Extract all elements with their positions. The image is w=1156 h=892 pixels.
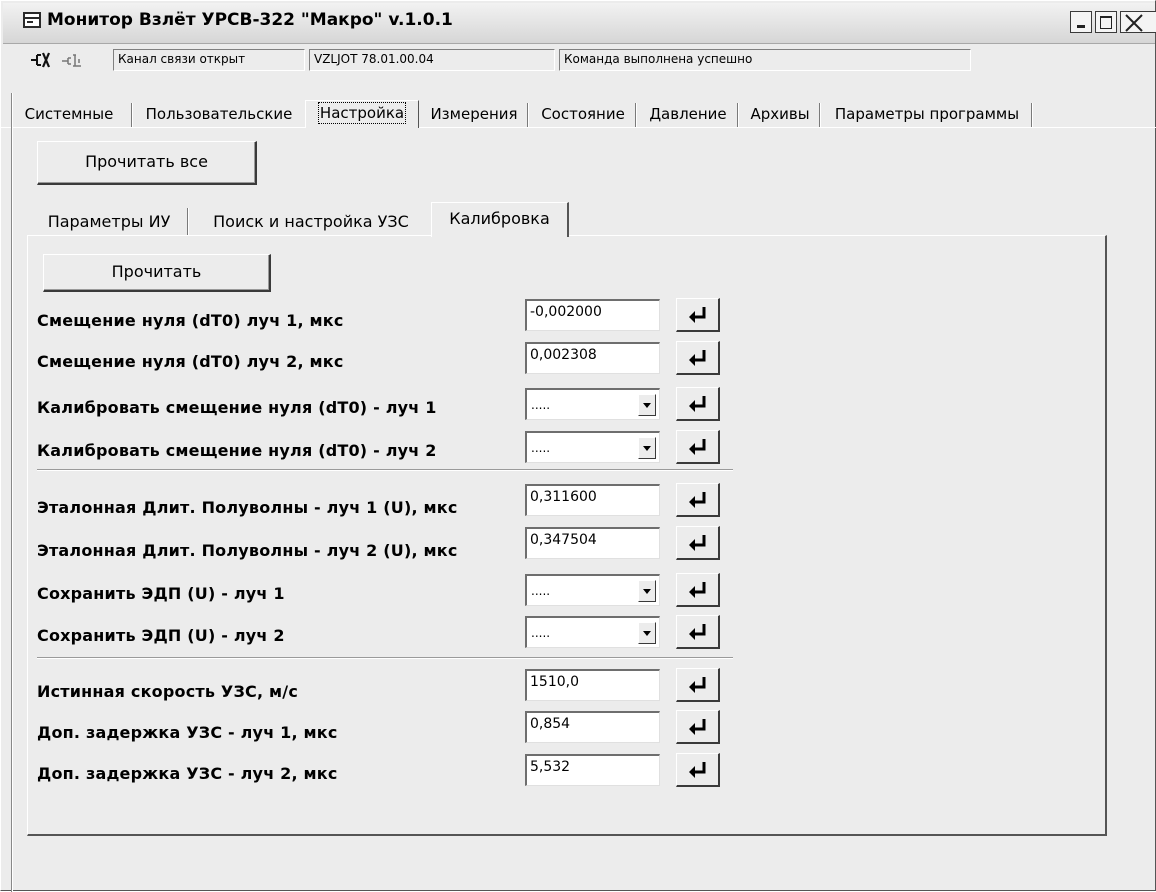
apply-ref-halfwave-beam2-button[interactable] — [676, 526, 720, 560]
apply-true-speed-button[interactable] — [676, 668, 720, 702]
calibrate-zero-beam2-select[interactable]: ..... — [525, 431, 660, 463]
window-title: Монитор Взлёт УРСВ-322 "Макро" v.1.0.1 — [47, 10, 453, 30]
save-edp-beam2-select[interactable]: ..... — [525, 616, 660, 648]
close-button[interactable] — [1120, 11, 1156, 33]
zero-offset-beam2-input[interactable]: 0,002308 — [525, 342, 660, 374]
zero-offset-beam1-input[interactable]: -0,002000 — [525, 299, 660, 331]
apply-ref-halfwave-beam1-button[interactable] — [676, 483, 720, 517]
chevron-down-icon[interactable] — [638, 622, 656, 644]
enter-icon — [689, 624, 706, 640]
tab-search-uzs[interactable]: Поиск и настройка УЗС — [191, 208, 431, 236]
true-speed-input[interactable]: 1510,0 — [525, 669, 660, 701]
ref-halfwave-beam2-label: Эталонная Длит. Полуволны - луч 2 (U), м… — [37, 541, 458, 560]
chevron-down-icon[interactable] — [638, 580, 656, 602]
apply-calibrate-zero-beam1-button[interactable] — [676, 387, 720, 421]
divider — [37, 657, 733, 659]
main-tabs: Системные Пользовательские Настройка Изм… — [1, 100, 1156, 128]
channel-status: Канал связи открыт — [113, 49, 305, 71]
sub-tabs: Параметры ИУ Поиск и настройка УЗС Калиб… — [27, 202, 587, 237]
extra-delay-beam2-input[interactable]: 5,532 — [525, 754, 660, 786]
true-speed-label: Истинная скорость УЗС, м/с — [37, 682, 299, 701]
tab-settings[interactable]: Настройка — [305, 100, 419, 128]
maximize-button[interactable] — [1095, 11, 1117, 33]
divider — [37, 469, 733, 471]
apply-zero-offset-beam2-button[interactable] — [676, 341, 720, 375]
tab-archives[interactable]: Архивы — [741, 103, 819, 127]
apply-save-edp-beam2-button[interactable] — [676, 615, 720, 649]
ref-halfwave-beam1-label: Эталонная Длит. Полуволны - луч 1 (U), м… — [37, 498, 458, 517]
read-button[interactable]: Прочитать — [43, 254, 271, 292]
tab-state[interactable]: Состояние — [531, 103, 635, 127]
close-icon — [1125, 14, 1143, 32]
enter-icon — [689, 762, 706, 778]
save-edp-beam1-value: ..... — [531, 584, 551, 598]
save-edp-beam1-label: Сохранить ЭДП (U) - луч 1 — [37, 584, 285, 603]
app-window: Монитор Взлёт УРСВ-322 "Макро" v.1.0.1 К… — [0, 0, 1156, 892]
tab-iu-params[interactable]: Параметры ИУ — [31, 208, 187, 236]
calibrate-zero-beam1-select[interactable]: ..... — [525, 388, 660, 420]
enter-icon — [689, 350, 706, 366]
chevron-down-icon[interactable] — [638, 437, 656, 459]
enter-icon — [689, 492, 706, 508]
command-status: Команда выполнена успешно — [559, 49, 971, 71]
calibrate-zero-beam1-label: Калибровать смещение нуля (dT0) - луч 1 — [37, 398, 437, 417]
apply-calibrate-zero-beam2-button[interactable] — [676, 430, 720, 464]
save-edp-beam2-value: ..... — [531, 626, 551, 640]
apply-extra-delay-beam2-button[interactable] — [676, 753, 720, 787]
ref-halfwave-beam1-input[interactable]: 0,311600 — [525, 484, 660, 516]
tab-calibration[interactable]: Калибровка — [431, 202, 569, 237]
minimize-button[interactable] — [1070, 11, 1092, 33]
read-all-button[interactable]: Прочитать все — [37, 141, 257, 185]
calibrate-zero-beam2-label: Калибровать смещение нуля (dT0) - луч 2 — [37, 441, 437, 460]
enter-icon — [689, 677, 706, 693]
enter-icon — [689, 439, 706, 455]
save-edp-beam1-select[interactable]: ..... — [525, 574, 660, 606]
ref-halfwave-beam2-input[interactable]: 0,347504 — [525, 527, 660, 559]
apply-zero-offset-beam1-button[interactable] — [676, 298, 720, 332]
extra-delay-beam1-label: Доп. задержка УЗС - луч 1, мкс — [37, 723, 338, 742]
tab-system[interactable]: Системные — [7, 103, 131, 127]
calibrate-zero-beam1-value: ..... — [531, 398, 551, 412]
enter-icon — [689, 396, 706, 412]
tab-pressure[interactable]: Давление — [639, 103, 737, 127]
chevron-down-icon[interactable] — [638, 394, 656, 416]
device-version: VZLJOT 78.01.00.04 — [309, 49, 555, 71]
extra-delay-beam2-label: Доп. задержка УЗС - луч 2, мкс — [37, 764, 338, 783]
status-bar: Канал связи открыт VZLJOT 78.01.00.04 Ко… — [1, 45, 1156, 73]
app-icon[interactable] — [23, 12, 41, 28]
extra-delay-beam1-input[interactable]: 0,854 — [525, 711, 660, 743]
tab-user[interactable]: Пользовательские — [135, 103, 303, 127]
apply-extra-delay-beam1-button[interactable] — [676, 710, 720, 744]
zero-offset-beam1-label: Смещение нуля (dT0) луч 1, мкс — [37, 311, 344, 330]
enter-icon — [689, 582, 706, 598]
calibrate-zero-beam2-value: ..... — [531, 441, 551, 455]
tab-measurements[interactable]: Измерения — [421, 103, 527, 127]
enter-icon — [689, 535, 706, 551]
tab-program-settings[interactable]: Параметры программы — [823, 103, 1031, 127]
title-bar[interactable]: Монитор Взлёт УРСВ-322 "Макро" v.1.0.1 — [3, 3, 1156, 44]
enter-icon — [689, 307, 706, 323]
apply-save-edp-beam1-button[interactable] — [676, 573, 720, 607]
zero-offset-beam2-label: Смещение нуля (dT0) луч 2, мкс — [37, 352, 344, 371]
disconnect-icon[interactable] — [29, 51, 51, 73]
save-edp-beam2-label: Сохранить ЭДП (U) - луч 2 — [37, 626, 285, 645]
connect-icon[interactable] — [61, 51, 83, 73]
enter-icon — [689, 719, 706, 735]
